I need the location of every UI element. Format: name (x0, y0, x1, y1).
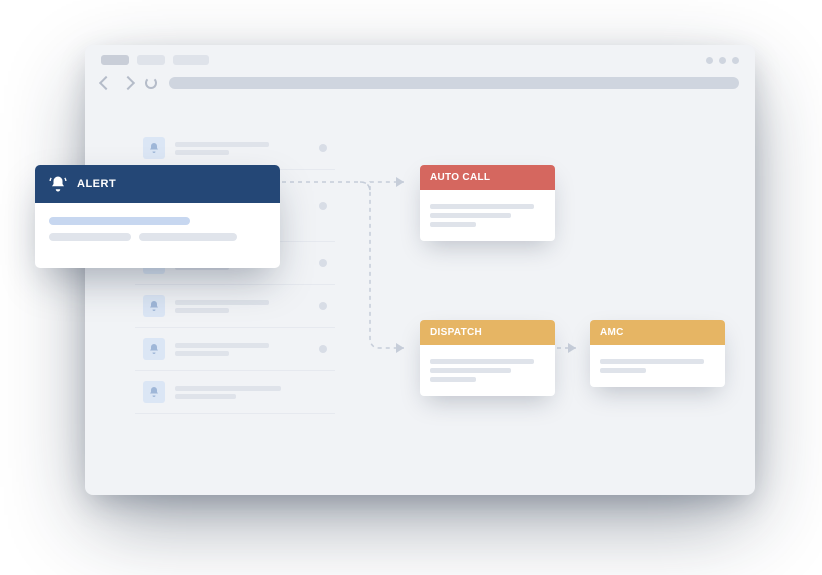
status-dot (319, 259, 327, 267)
flow-card-body (420, 345, 555, 396)
alert-item[interactable] (135, 371, 335, 414)
alert-popout-body (35, 203, 280, 268)
alert-preview (175, 297, 309, 316)
browser-window (85, 45, 755, 495)
bell-icon (143, 381, 165, 403)
flow-card-dispatch[interactable]: DISPATCH (420, 320, 555, 396)
flow-card-autocall[interactable]: AUTO CALL (420, 165, 555, 241)
bell-icon (143, 295, 165, 317)
bell-icon (143, 338, 165, 360)
alert-item[interactable] (135, 127, 335, 170)
flow-card-header: DISPATCH (420, 320, 555, 345)
browser-chrome (85, 45, 755, 107)
alert-item[interactable] (135, 285, 335, 328)
alert-preview (175, 139, 309, 158)
window-dot[interactable] (706, 57, 713, 64)
window-dot[interactable] (732, 57, 739, 64)
alert-popout-header: ALERT (35, 165, 280, 203)
alert-preview (175, 383, 327, 402)
card-title: AMC (600, 327, 624, 338)
back-icon[interactable] (99, 76, 113, 90)
alert-preview (175, 340, 309, 359)
status-dot (319, 144, 327, 152)
flow-card-body (590, 345, 725, 387)
bell-ring-icon (49, 175, 67, 193)
flow-card-body (420, 190, 555, 241)
tab-stub[interactable] (101, 55, 129, 65)
window-dot[interactable] (719, 57, 726, 64)
forward-icon[interactable] (121, 76, 135, 90)
card-title: AUTO CALL (430, 172, 490, 183)
tab-stub[interactable] (137, 55, 165, 65)
alert-popout[interactable]: ALERT (35, 165, 280, 268)
alert-title: ALERT (77, 178, 116, 190)
status-dot (319, 345, 327, 353)
refresh-icon[interactable] (145, 77, 157, 89)
flow-card-amc[interactable]: AMC (590, 320, 725, 387)
card-title: DISPATCH (430, 327, 482, 338)
tab-stub[interactable] (173, 55, 209, 65)
bell-icon (143, 137, 165, 159)
address-bar[interactable] (169, 77, 739, 89)
window-controls (706, 57, 739, 64)
flow-card-header: AUTO CALL (420, 165, 555, 190)
flow-card-header: AMC (590, 320, 725, 345)
status-dot (319, 302, 327, 310)
status-dot (319, 202, 327, 210)
alert-item[interactable] (135, 328, 335, 371)
